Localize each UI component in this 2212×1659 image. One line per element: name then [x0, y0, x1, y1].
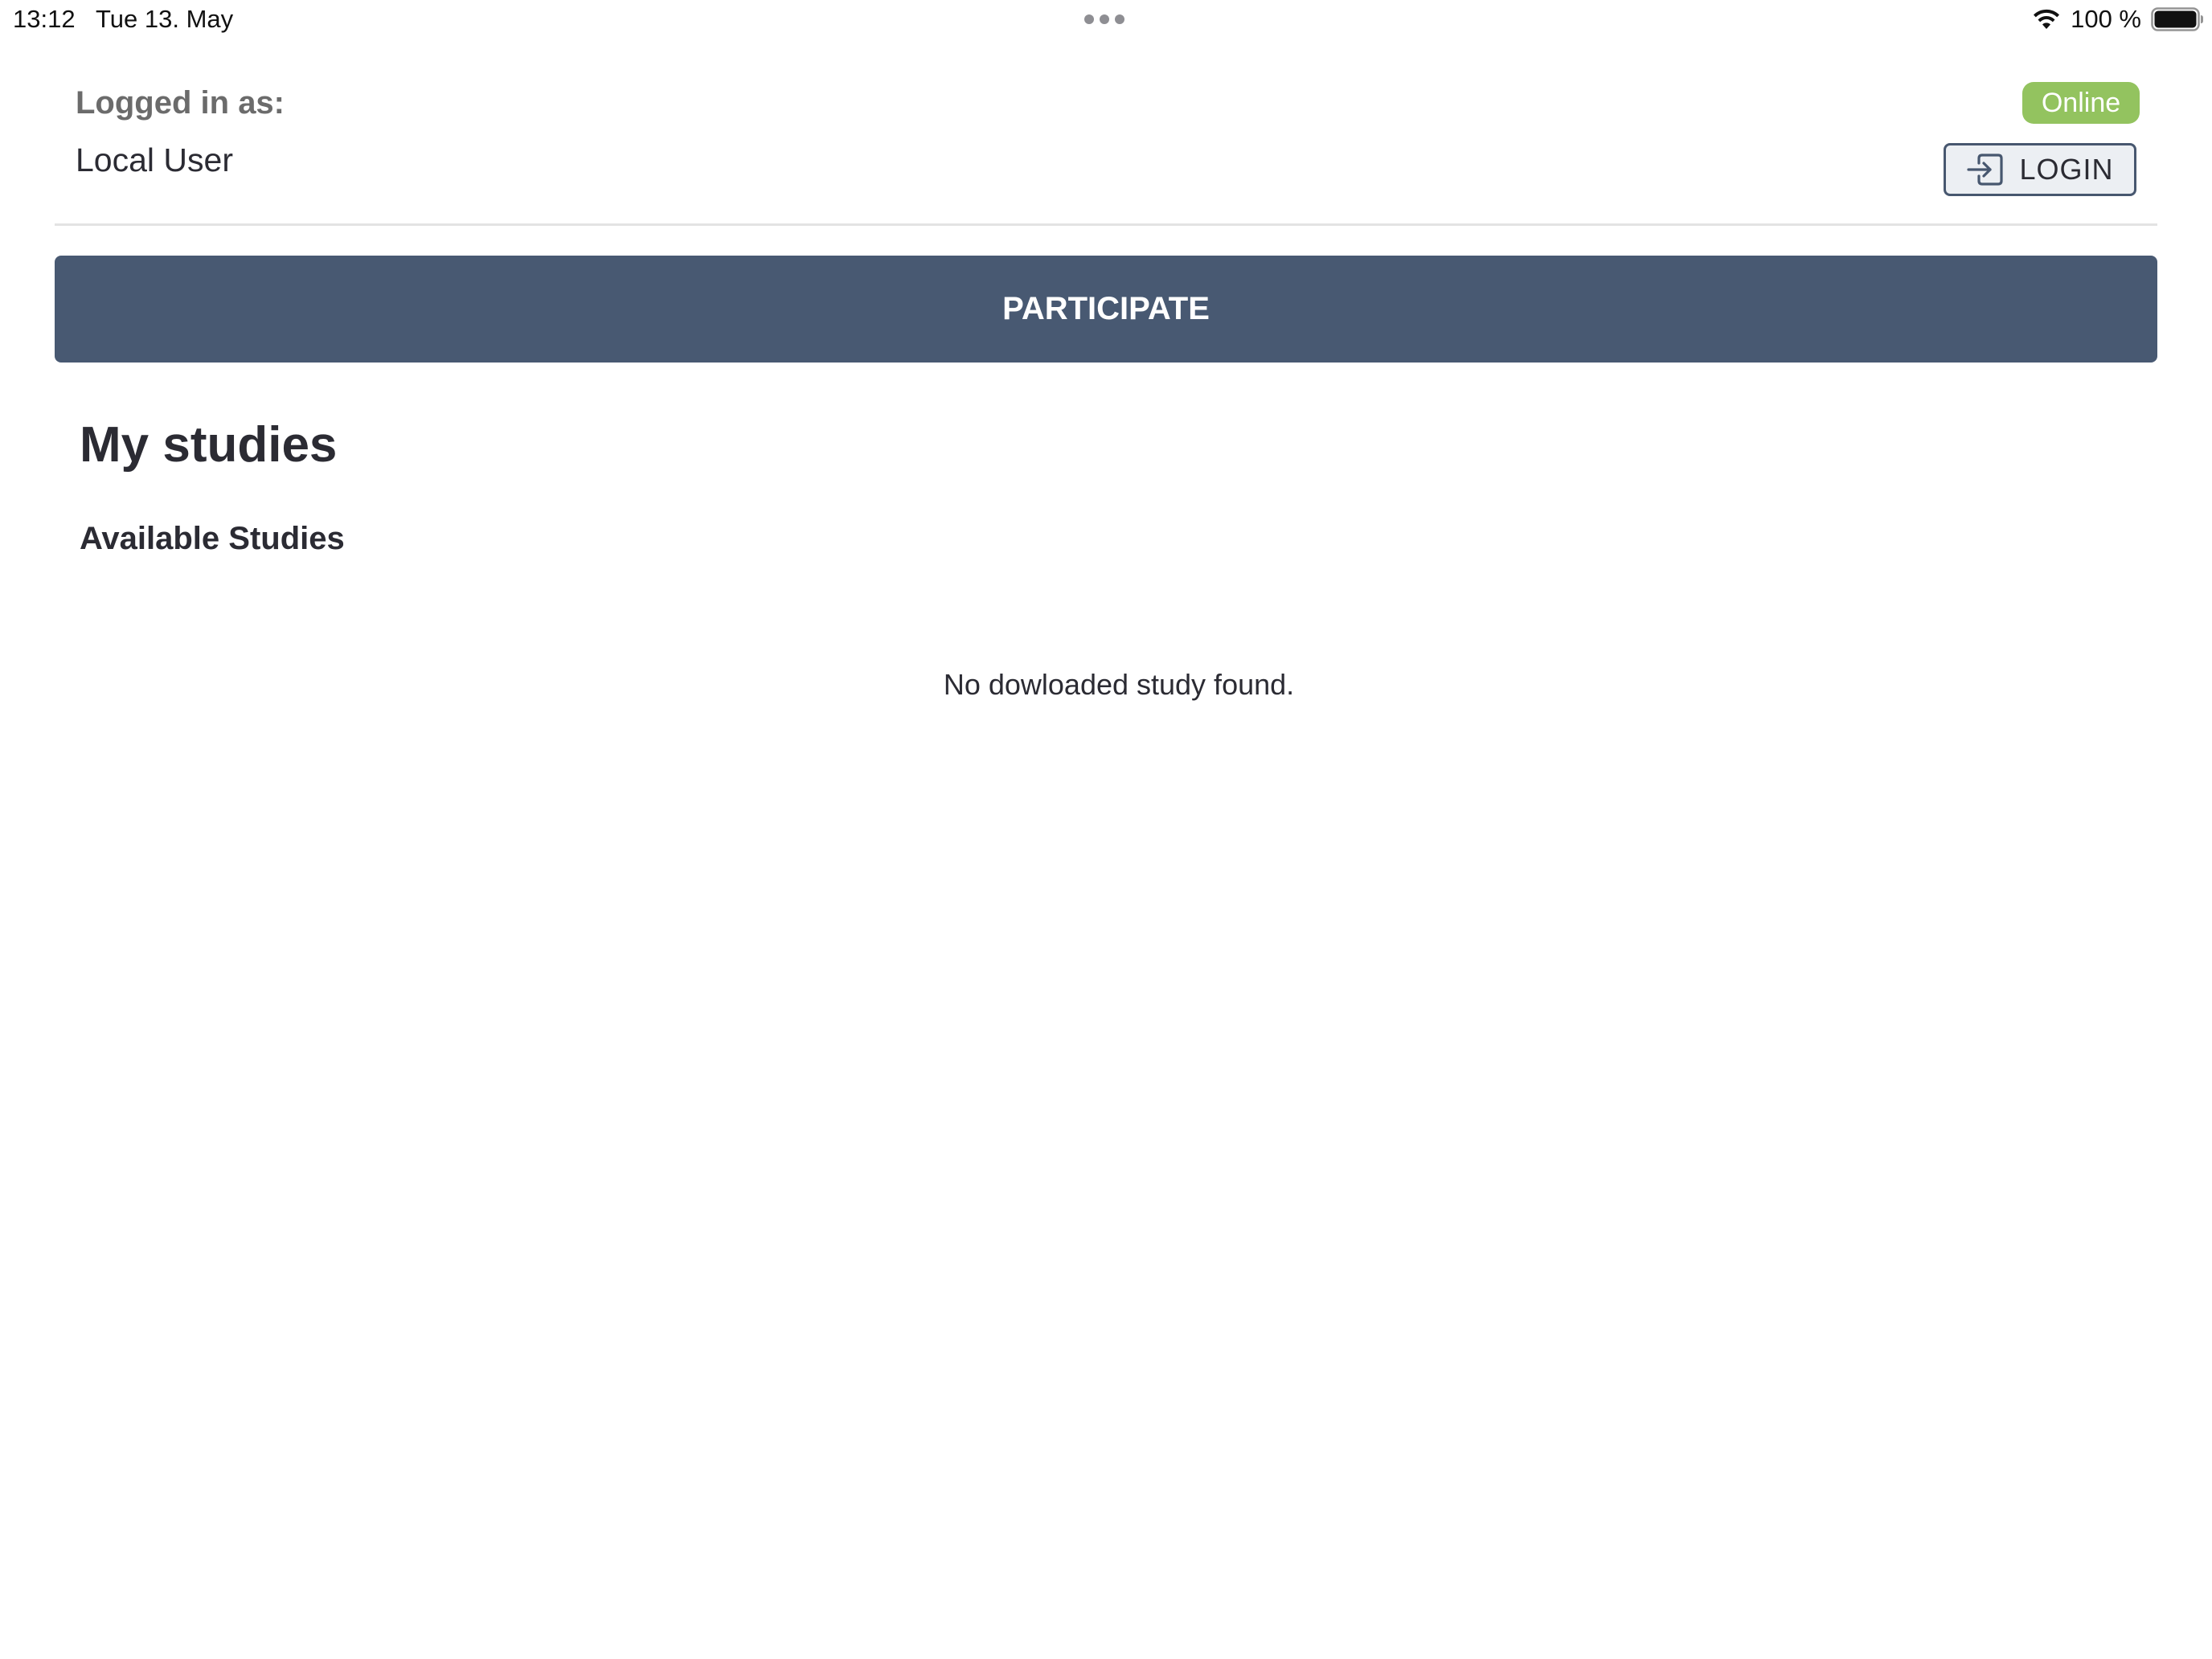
participate-button[interactable]: PARTICIPATE [55, 256, 2157, 363]
page-title: My studies [80, 417, 338, 473]
wifi-icon [2034, 9, 2060, 29]
status-indicators: 100 % [2032, 3, 2204, 35]
battery-percentage: 100 % [2071, 5, 2141, 33]
user-name: Local User [76, 141, 233, 178]
empty-state-message: No dowloaded study found. [943, 668, 1295, 701]
status-bar: 13:12 Tue 13. May 100 % [0, 0, 2212, 42]
header-divider [55, 223, 2157, 226]
status-badge: Online [2022, 82, 2140, 124]
login-icon [1967, 154, 2004, 186]
login-button-label: LOGIN [2019, 153, 2114, 186]
logged-in-label: Logged in as: [76, 85, 285, 121]
status-time: 13:12 [13, 5, 76, 33]
login-button[interactable]: LOGIN [1944, 143, 2136, 196]
status-date: Tue 13. May [96, 5, 234, 33]
multitask-dots-icon[interactable] [1084, 14, 1124, 24]
battery-icon [2151, 7, 2203, 31]
section-title: Available Studies [80, 521, 345, 556]
